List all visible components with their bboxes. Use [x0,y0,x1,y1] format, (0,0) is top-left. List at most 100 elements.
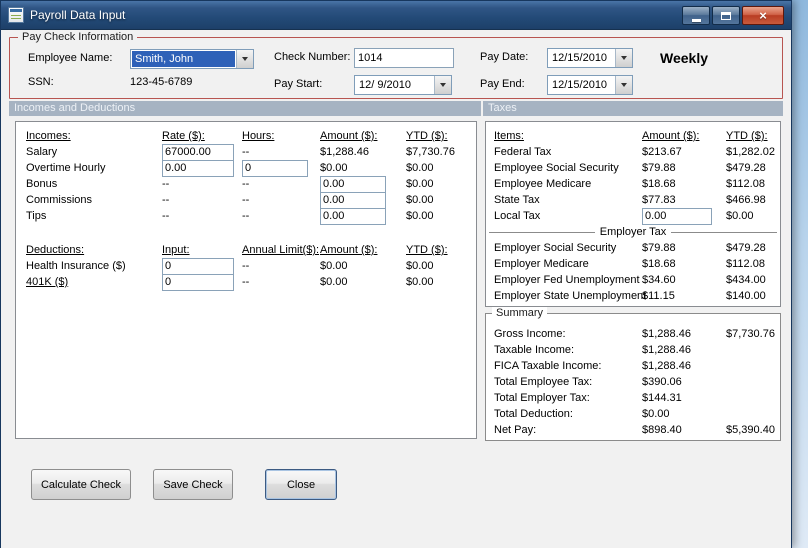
tax-row-employer-ss: Employer Social Security $79.88 $479.28 [486,240,780,256]
income-row-commissions: Commissions -- -- $0.00 [16,191,476,209]
minimize-button[interactable] [682,6,710,25]
health-insurance-input[interactable] [162,257,234,275]
pay-start-value: 12/ 9/2010 [359,79,411,91]
close-button[interactable]: Close [265,469,337,500]
incomes-header-row: Incomes: Rate ($): Hours: Amount ($): YT… [16,128,476,144]
app-icon [8,7,24,23]
tax-ytd: $112.08 [726,258,765,270]
income-ytd: $0.00 [406,162,434,174]
commissions-amount-input[interactable] [320,191,386,209]
calculate-check-button[interactable]: Calculate Check [31,469,131,500]
tax-label: Local Tax [494,210,541,222]
tax-row-employer-fed-unemployment: Employer Fed Unemployment $34.60 $434.00 [486,272,780,288]
tax-ytd: $112.08 [726,178,765,190]
tax-label: Employer State Unemployment [494,290,647,302]
summary-label: Total Deduction: [494,408,573,420]
employer-tax-divider-label: Employer Tax [599,226,667,238]
summary-group-title: Summary [492,307,548,319]
chevron-down-icon [242,57,248,61]
local-tax-input[interactable] [642,207,712,225]
tax-ytd: $434.00 [726,274,766,286]
deduction-ytd: $0.00 [406,260,434,272]
pay-end-picker[interactable]: 12/15/2010 [547,75,633,95]
ytd-col-header: YTD ($): [726,130,768,142]
taxes-panel: Items: Amount ($): YTD ($): Federal Tax … [485,121,781,307]
window-title: Payroll Data Input [30,8,126,22]
tax-ytd: $1,282.02 [726,146,775,158]
deduction-limit: -- [242,276,250,288]
employee-name-label: Employee Name: [28,52,113,64]
income-label: Salary [26,146,58,158]
overtime-rate-input[interactable] [162,159,234,177]
deduction-amount: $0.00 [320,260,348,272]
tax-label: State Tax [494,194,540,206]
income-amount: $0.00 [320,162,348,174]
check-number-label: Check Number: [274,51,351,63]
ssn-value: 123-45-6789 [130,76,193,88]
pay-frequency-label: Weekly [660,50,708,66]
taxes-band: Taxes [483,101,783,116]
deduction-limit: -- [242,260,250,272]
income-ytd: $0.00 [406,210,434,222]
income-hours: -- [242,194,250,206]
summary-amount: $144.31 [642,392,682,404]
titlebar[interactable]: Payroll Data Input × [1,1,791,30]
summary-label: Total Employee Tax: [494,376,593,388]
summary-row-taxable: Taxable Income: $1,288.46 [486,342,780,358]
tax-ytd: $140.00 [726,290,766,302]
tax-amount: $18.68 [642,178,676,190]
salary-rate-input[interactable] [162,143,234,161]
tips-amount-input[interactable] [320,207,386,225]
pay-end-value: 12/15/2010 [552,79,608,91]
items-col-header: Items: [494,130,524,142]
pay-start-picker[interactable]: 12/ 9/2010 [354,75,452,95]
income-rate: -- [162,194,170,206]
income-rate: -- [162,178,170,190]
window-controls: × [682,6,784,25]
deduction-row-health-insurance: Health Insurance ($) -- $0.00 $0.00 [16,257,476,275]
summary-label: Gross Income: [494,328,566,340]
pay-date-picker[interactable]: 12/15/2010 [547,48,633,68]
employee-name-dropdown-button[interactable] [236,50,253,68]
income-row-bonus: Bonus -- -- $0.00 [16,175,476,193]
summary-amount: $1,288.46 [642,360,691,372]
close-window-button[interactable]: × [742,6,784,25]
income-rate: -- [162,210,170,222]
pay-start-dropdown-button[interactable] [434,76,451,94]
rate-col-header: Rate ($): [162,130,205,142]
pay-date-dropdown-button[interactable] [615,49,632,67]
summary-row-gross: Gross Income: $1,288.46 $7,730.76 [486,326,780,342]
income-label: Tips [26,210,47,222]
tax-label: Federal Tax [494,146,552,158]
tax-label: Employer Social Security [494,242,617,254]
deduction-label: Health Insurance ($) [26,260,126,272]
summary-amount: $0.00 [642,408,670,420]
deduction-amount: $0.00 [320,276,348,288]
check-number-input[interactable] [354,48,454,68]
income-row-tips: Tips -- -- $0.00 [16,207,476,225]
bonus-amount-input[interactable] [320,175,386,193]
overtime-hours-input[interactable] [242,159,308,177]
tax-label: Employee Social Security [494,162,619,174]
maximize-button[interactable] [712,6,740,25]
deduction-401k-link[interactable]: 401K ($) [16,276,162,288]
deduction-row-401k: 401K ($) -- $0.00 $0.00 [16,273,476,291]
save-check-button[interactable]: Save Check [153,469,233,500]
summary-label: Total Employer Tax: [494,392,590,404]
summary-ytd: $7,730.76 [726,328,775,340]
pay-end-dropdown-button[interactable] [615,76,632,94]
401k-input[interactable] [162,273,234,291]
close-icon: × [759,8,767,23]
summary-amount: $390.06 [642,376,682,388]
tax-amount: $18.68 [642,258,676,270]
chevron-down-icon [440,83,446,87]
pay-end-label: Pay End: [480,78,525,90]
pay-date-label: Pay Date: [480,51,529,63]
employer-tax-divider: Employer Tax [489,224,777,240]
summary-row-fica-taxable: FICA Taxable Income: $1,288.46 [486,358,780,374]
summary-group: Summary Gross Income: $1,288.46 $7,730.7… [485,307,781,441]
tax-row-local: Local Tax $0.00 [486,207,780,225]
income-row-overtime: Overtime Hourly $0.00 $0.00 [16,159,476,177]
employee-name-select[interactable]: Smith, John [130,49,254,69]
taxes-header-row: Items: Amount ($): YTD ($): [486,128,780,144]
